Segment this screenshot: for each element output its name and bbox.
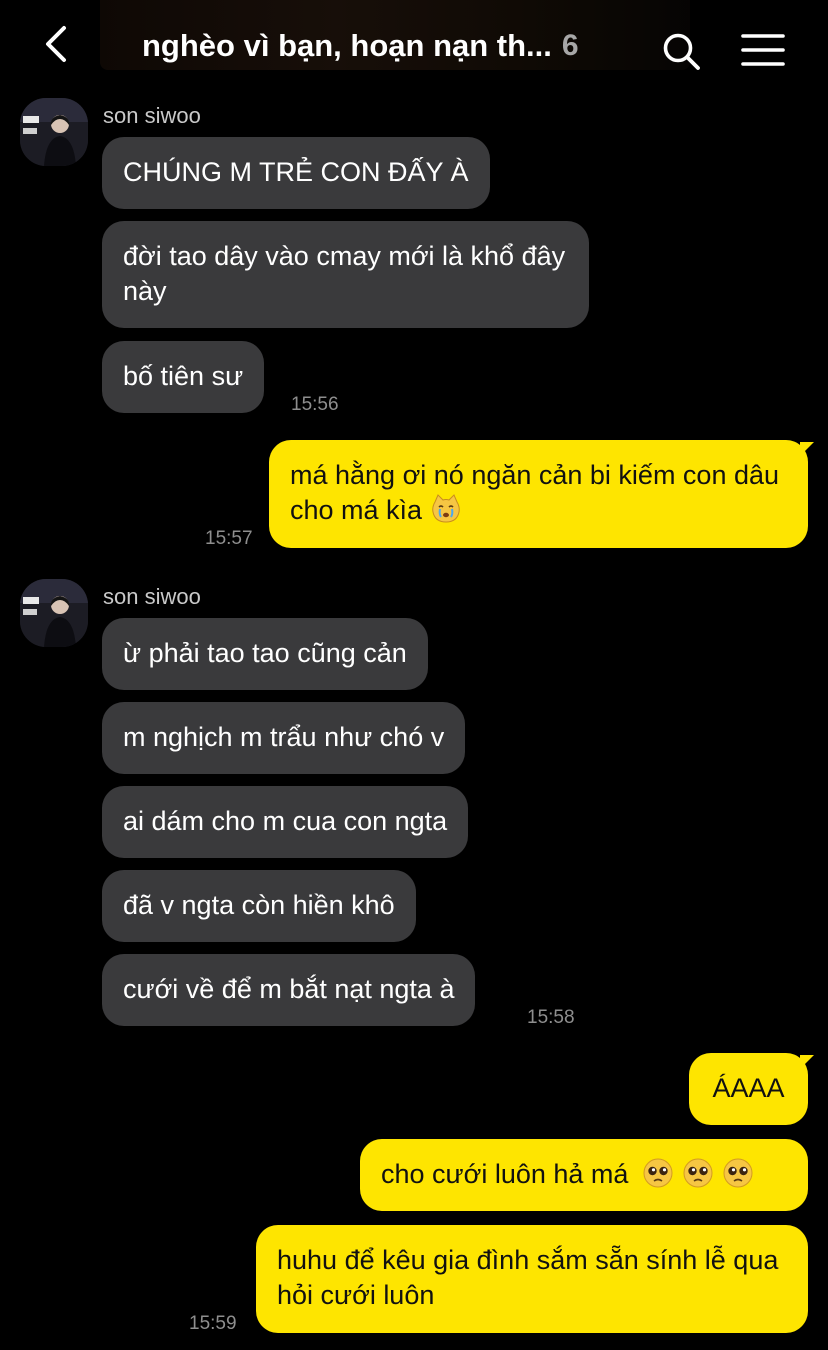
message-timestamp: 15:56 [291, 394, 339, 415]
avatar-image [20, 579, 88, 647]
message-text: m nghịch m trẩu như chó v [123, 722, 445, 752]
message-text: ừ phải tao tao cũng cản [123, 638, 407, 668]
message-bubble[interactable]: cưới về để m bắt nạt ngta à [102, 954, 476, 1026]
search-button[interactable] [660, 30, 702, 72]
message-bubble[interactable]: ai dám cho m cua con ngta [102, 786, 469, 858]
pleading-face-emoji [683, 1158, 713, 1188]
bubble-tail [800, 1055, 814, 1069]
chat-header: nghèo vì bạn, hoạn nạn th... 6 [0, 0, 828, 96]
avatar-image [20, 98, 88, 166]
message-bubble[interactable]: đời tao dây vào cmay mới là khổ đây này [102, 221, 589, 328]
menu-button[interactable] [740, 30, 786, 70]
message-timestamp: 15:59 [189, 1313, 237, 1334]
bubble-tail [800, 442, 814, 456]
back-button[interactable] [36, 22, 80, 66]
message-text: cưới về để m bắt nạt ngta à [123, 974, 455, 1004]
crying-cat-emoji [431, 494, 460, 523]
message-bubble[interactable]: huhu để kêu gia đình sắm sẵn sính lễ qua… [256, 1225, 808, 1333]
pleading-face-emoji [723, 1158, 753, 1188]
message-bubble[interactable]: ÁAAA [689, 1053, 808, 1125]
message-bubble[interactable]: cho cưới luôn hả má [360, 1139, 808, 1211]
message-timestamp: 15:57 [205, 528, 253, 549]
message-text: ai dám cho m cua con ngta [123, 806, 448, 836]
chevron-left-icon [46, 26, 66, 62]
message-text: CHÚNG M TRẺ CON ĐẤY À [123, 157, 469, 187]
message-bubble[interactable]: ừ phải tao tao cũng cản [102, 618, 428, 690]
message-bubble[interactable]: CHÚNG M TRẺ CON ĐẤY À [102, 137, 490, 209]
message-text: cho cưới luôn hả má [381, 1159, 629, 1189]
message-text: đã v ngta còn hiền khô [123, 890, 395, 920]
pleading-face-emoji [643, 1158, 673, 1188]
message-bubble[interactable]: đã v ngta còn hiền khô [102, 870, 416, 942]
message-text: huhu để kêu gia đình sắm sẵn sính lễ qua… [277, 1245, 779, 1310]
message-text: đời tao dây vào cmay mới là khổ đây này [123, 241, 566, 306]
search-icon [663, 33, 700, 70]
chat-title-area[interactable]: nghèo vì bạn, hoạn nạn th... 6 [142, 24, 622, 68]
sender-avatar[interactable] [20, 579, 88, 647]
message-bubble[interactable]: bố tiên sư [102, 341, 265, 413]
message-text: ÁAAA [712, 1073, 785, 1103]
chat-title: nghèo vì bạn, hoạn nạn th... [142, 28, 552, 63]
message-bubble[interactable]: má hằng ơi nó ngăn cản bi kiếm con dâu c… [269, 440, 808, 548]
message-text: bố tiên sư [123, 361, 244, 391]
message-timestamp: 15:58 [527, 1007, 575, 1028]
sender-name: son siwoo [103, 103, 201, 128]
message-bubble[interactable]: m nghịch m trẩu như chó v [102, 702, 466, 774]
sender-name: son siwoo [103, 584, 201, 609]
hamburger-menu-icon [741, 34, 785, 66]
sender-avatar[interactable] [20, 98, 88, 166]
member-count: 6 [561, 29, 579, 62]
message-text: má hằng ơi nó ngăn cản bi kiếm con dâu c… [290, 460, 780, 525]
